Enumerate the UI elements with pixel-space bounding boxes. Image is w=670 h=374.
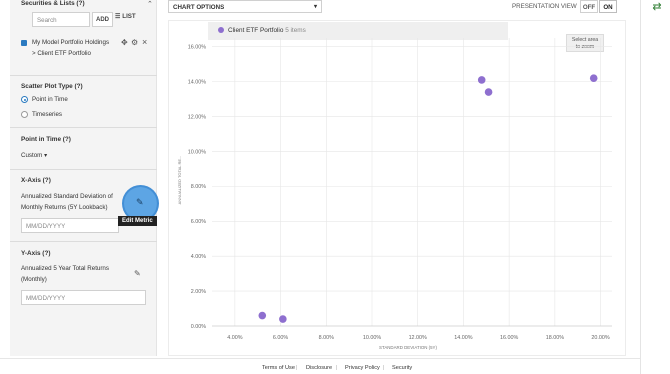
y-axis-label: ANNUALIZED TOTAL RE... bbox=[177, 156, 182, 205]
scatter-chart[interactable]: 0.00% 2.00% 4.00% 6.00% 8.00% 10.00% 12.00% 14.… bbox=[0, 0, 640, 356]
x-axis-label: STANDARD DEVIATION (5Y) bbox=[379, 345, 437, 350]
x-tick-label: 18.00% bbox=[546, 335, 564, 341]
x-tick-label: 10.00% bbox=[363, 335, 381, 341]
x-tick-label: 8.00% bbox=[319, 335, 334, 341]
y-tick-label: 12.00% bbox=[188, 114, 206, 120]
x-tick-label: 14.00% bbox=[454, 335, 472, 341]
scatter-point[interactable] bbox=[589, 74, 598, 82]
x-tick-label: 6.00% bbox=[273, 335, 288, 341]
footer-privacy-link[interactable]: Privacy Policy bbox=[345, 365, 380, 371]
footer-terms-link[interactable]: Terms of Use bbox=[262, 365, 295, 371]
scatter-point[interactable] bbox=[279, 315, 287, 323]
y-tick-label: 14.00% bbox=[188, 79, 206, 85]
y-tick-label: 2.00% bbox=[191, 289, 206, 295]
y-tick-label: 8.00% bbox=[191, 184, 206, 190]
footer-separator: | bbox=[336, 365, 338, 371]
x-tick-label: 20.00% bbox=[591, 335, 609, 341]
x-tick-label: 4.00% bbox=[227, 335, 242, 341]
footer-security-link[interactable]: Security bbox=[392, 365, 412, 371]
y-tick-label: 0.00% bbox=[191, 324, 206, 330]
refresh-icon[interactable]: ⇄ bbox=[648, 0, 666, 15]
footer-separator: | bbox=[383, 365, 385, 371]
right-rail: ⇄ bbox=[640, 0, 670, 374]
y-tick-label: 6.00% bbox=[191, 219, 206, 225]
x-tick-label: 16.00% bbox=[500, 335, 518, 341]
scatter-point[interactable] bbox=[484, 88, 493, 96]
y-tick-label: 10.00% bbox=[188, 149, 206, 155]
x-tick-label: 12.00% bbox=[409, 335, 427, 341]
y-tick-label: 4.00% bbox=[191, 254, 206, 260]
scatter-point[interactable] bbox=[258, 311, 267, 320]
footer-separator: | bbox=[296, 365, 298, 371]
y-tick-label: 16.00% bbox=[188, 45, 206, 51]
footer-disclosure-link[interactable]: Disclosure bbox=[306, 365, 332, 371]
scatter-point[interactable] bbox=[477, 76, 486, 84]
footer: Terms of Use | Disclosure | Privacy Poli… bbox=[0, 358, 640, 374]
